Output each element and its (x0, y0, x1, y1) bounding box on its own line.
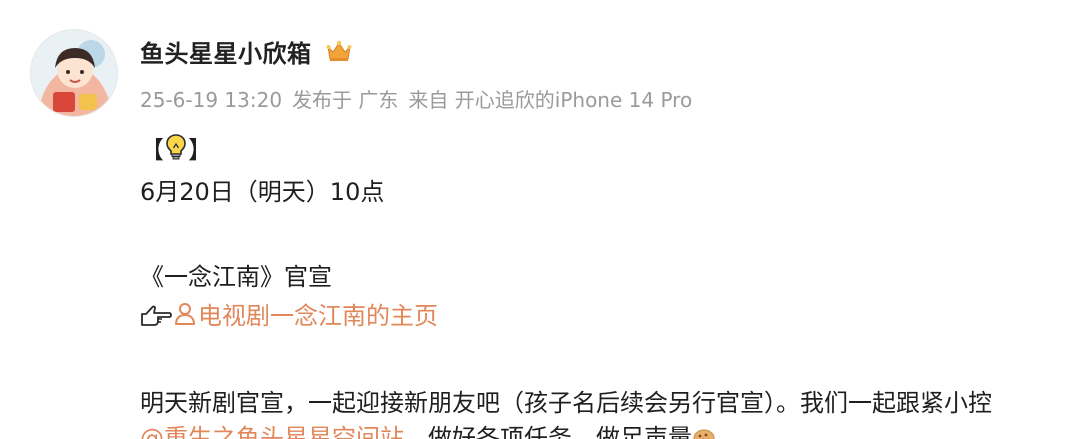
bracket-close: 】 (188, 136, 212, 164)
mention-line: @重生之鱼头星星空间站，做好各项任务，做足声量 (140, 418, 716, 439)
mention-link[interactable]: @重生之鱼头星星空间站 (140, 424, 404, 439)
bulb-heading: 【 】 (140, 130, 212, 165)
avatar[interactable] (30, 29, 118, 117)
cartoon-girl-avatar-icon (31, 30, 117, 116)
person-icon (174, 302, 196, 326)
weibo-post: 鱼头星星小欣箱 25-6-19 13:20 发布于 广东 来自 开心追欣的iPhon… (0, 0, 1090, 439)
post-location: 发布于 广东 (292, 88, 399, 112)
cookie-emoji-icon (692, 425, 716, 439)
lightbulb-icon (164, 133, 188, 161)
crown-icon (326, 39, 352, 63)
author-name[interactable]: 鱼头星星小欣箱 (140, 34, 312, 69)
description-line: 明天新剧官宣，一起迎接新朋友吧（孩子名后续会另行官宣）。我们一起跟紧小控 (140, 389, 992, 417)
tv-page-link[interactable]: 电视剧一念江南的主页 (174, 302, 438, 330)
date-line: 6月20日（明天）10点 (140, 178, 385, 206)
tail-text: ，做好各项任务，做足声量 (404, 424, 692, 439)
post-time: 25-6-19 13:20 (140, 88, 283, 112)
page-link-line: 电视剧一念江南的主页 (140, 296, 438, 331)
post-meta: 25-6-19 13:20 发布于 广东 来自 开心追欣的iPhone 14 Pro (140, 84, 702, 113)
title-line: 《一念江南》官宣 (140, 263, 332, 291)
bracket-open: 【 (140, 136, 164, 164)
tv-page-link-label: 电视剧一念江南的主页 (198, 302, 438, 330)
post-device[interactable]: 来自 开心追欣的iPhone 14 Pro (408, 88, 692, 112)
pointing-hand-icon (140, 302, 172, 328)
